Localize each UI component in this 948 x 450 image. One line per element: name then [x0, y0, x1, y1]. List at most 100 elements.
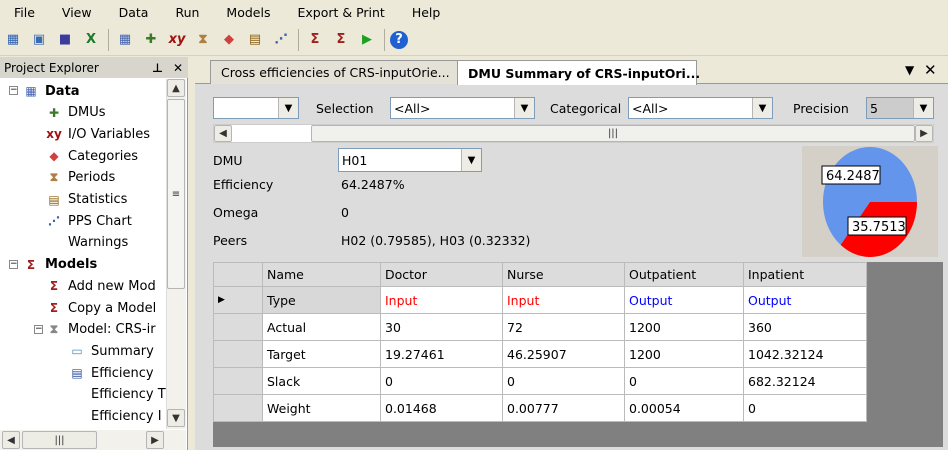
save-icon[interactable]: ■	[54, 29, 76, 51]
row-header[interactable]	[213, 367, 263, 395]
table-cell[interactable]: Output	[743, 286, 867, 314]
table-cell[interactable]: Actual	[262, 313, 381, 341]
new-project-icon[interactable]: ▦	[2, 29, 24, 51]
table-cell[interactable]: 1200	[624, 313, 744, 341]
tree-item-dmus[interactable]: ✚ DMUs	[45, 103, 106, 123]
table-row[interactable]: ▶ Type Input Input Output Output	[213, 286, 867, 314]
help-icon[interactable]: ?	[390, 30, 408, 49]
periods-icon[interactable]: ⧗	[192, 29, 214, 51]
collapse-model-toggle[interactable]: −	[34, 325, 43, 334]
table-cell[interactable]: Type	[262, 286, 381, 314]
scroll-left-button[interactable]: ◀	[2, 431, 20, 449]
scroll-left-button[interactable]: ◀	[214, 125, 232, 142]
menu-file[interactable]: File	[0, 5, 48, 20]
scroll-thumb[interactable]: |||	[22, 431, 97, 449]
menu-view[interactable]: View	[48, 5, 105, 20]
tree-item-i-o-variables[interactable]: xy I/O Variables	[45, 124, 150, 144]
table-cell[interactable]: 0	[624, 367, 744, 395]
first-filter-select[interactable]: ▼	[213, 97, 299, 119]
tree-item-summary[interactable]: ▭ Summary	[68, 341, 154, 361]
tree-item-models[interactable]: Σ Models	[22, 255, 97, 275]
row-header[interactable]	[213, 340, 263, 368]
column-header-outpatient[interactable]: Outpatient	[624, 262, 744, 287]
tree-item-copy-a-model[interactable]: Σ Copy a Model	[45, 298, 156, 318]
table-cell[interactable]: 1200	[624, 340, 744, 368]
tab-list-icon[interactable]: ▼	[905, 63, 914, 77]
table-cell[interactable]: 19.27461	[380, 340, 503, 368]
run-icon[interactable]: ▶	[356, 29, 378, 51]
pps-chart-icon[interactable]: ⋰	[270, 29, 292, 51]
table-cell[interactable]: 360	[743, 313, 867, 341]
explorer-horizontal-scrollbar[interactable]: ◀ ||| ▶	[0, 430, 186, 450]
tree-item-periods[interactable]: ⧗ Periods	[45, 168, 116, 188]
tree-item-data[interactable]: ▦ Data	[22, 81, 79, 101]
open-icon[interactable]: ▣	[28, 29, 50, 51]
table-cell[interactable]: 0.00777	[502, 394, 625, 422]
tab-cross-efficiencies[interactable]: Cross efficiencies of CRS-inputOrie...	[210, 60, 460, 84]
explorer-vertical-scrollbar[interactable]: ▲ ≡ ▼	[166, 79, 186, 429]
table-cell[interactable]: 30	[380, 313, 503, 341]
collapse-models-toggle[interactable]: −	[9, 260, 18, 269]
scroll-up-button[interactable]: ▲	[167, 79, 185, 97]
table-row[interactable]: Weight 0.01468 0.00777 0.00054 0	[213, 394, 867, 422]
menu-models[interactable]: Models	[212, 5, 283, 20]
tree-item-warnings[interactable]: Warnings	[45, 233, 128, 253]
tree-item-add-new-mod[interactable]: Σ Add new Mod	[45, 276, 156, 296]
tree-item-efficiency-i[interactable]: Efficiency I	[68, 407, 162, 427]
row-header[interactable]	[213, 394, 263, 422]
add-model-icon[interactable]: Σ	[304, 29, 326, 51]
scroll-thumb[interactable]: |||	[311, 125, 915, 142]
tree-item-model-crs-ir[interactable]: ⧗ Model: CRS-ir	[45, 320, 156, 340]
collapse-data-toggle[interactable]: −	[9, 86, 18, 95]
table-cell[interactable]: Input	[380, 286, 503, 314]
column-header-doctor[interactable]: Doctor	[380, 262, 503, 287]
menu-run[interactable]: Run	[161, 5, 212, 20]
pin-icon[interactable]: ⊥	[152, 61, 163, 75]
tree-item-pps-chart[interactable]: ⋰ PPS Chart	[45, 211, 132, 231]
table-cell[interactable]: Weight	[262, 394, 381, 422]
table-row[interactable]: Actual 30 72 1200 360	[213, 313, 867, 341]
table-cell[interactable]: 0.00054	[624, 394, 744, 422]
scroll-down-button[interactable]: ▼	[167, 409, 185, 427]
tree-item-efficiency[interactable]: ▤ Efficiency	[68, 363, 153, 383]
excel-icon[interactable]: X	[80, 29, 102, 51]
statistics-icon[interactable]: ▤	[244, 29, 266, 51]
copy-model-icon[interactable]: Σ	[330, 29, 352, 51]
column-header-name[interactable]: Name	[262, 262, 381, 287]
scroll-right-button[interactable]: ▶	[915, 125, 933, 142]
categorical-select[interactable]: <All> ▼	[628, 97, 773, 119]
io-variables-icon[interactable]: xy	[166, 29, 188, 51]
data-table-icon[interactable]: ▦	[114, 29, 136, 51]
scroll-right-button[interactable]: ▶	[146, 431, 164, 449]
table-cell[interactable]: 0	[380, 367, 503, 395]
table-cell[interactable]: 46.25907	[502, 340, 625, 368]
scroll-thumb[interactable]: ≡	[167, 99, 185, 289]
table-row[interactable]: Target 19.27461 46.25907 1200 1042.32124	[213, 340, 867, 368]
categories-icon[interactable]: ◆	[218, 29, 240, 51]
table-cell[interactable]: 0	[743, 394, 867, 422]
table-row[interactable]: Slack 0 0 0 682.32124	[213, 367, 867, 395]
table-cell[interactable]: 1042.32124	[743, 340, 867, 368]
table-cell[interactable]: 682.32124	[743, 367, 867, 395]
table-cell[interactable]: 0	[502, 367, 625, 395]
column-header-inpatient[interactable]: Inpatient	[743, 262, 867, 287]
selection-select[interactable]: <All> ▼	[390, 97, 535, 119]
tree-item-efficiency-t[interactable]: Efficiency T	[68, 385, 166, 405]
column-header-nurse[interactable]: Nurse	[502, 262, 625, 287]
close-document-icon[interactable]: ✕	[924, 61, 937, 79]
table-cell[interactable]: Output	[624, 286, 744, 314]
menu-export-print[interactable]: Export & Print	[283, 5, 397, 20]
precision-select[interactable]: 5 ▼	[866, 97, 934, 119]
tree-item-statistics[interactable]: ▤ Statistics	[45, 190, 127, 210]
dmu-select[interactable]: H01 ▼	[338, 148, 482, 172]
table-cell[interactable]: 0.01468	[380, 394, 503, 422]
table-cell[interactable]: 72	[502, 313, 625, 341]
table-cell[interactable]: Slack	[262, 367, 381, 395]
tree-item-categories[interactable]: ◆ Categories	[45, 146, 138, 166]
menu-data[interactable]: Data	[105, 5, 162, 20]
menu-help[interactable]: Help	[398, 5, 454, 20]
filter-horizontal-scrollbar[interactable]: ◀ ||| ▶	[213, 124, 934, 143]
tab-dmu-summary[interactable]: DMU Summary of CRS-inputOri...	[457, 60, 700, 85]
table-cell[interactable]: Input	[502, 286, 625, 314]
close-icon[interactable]: ✕	[173, 61, 183, 75]
